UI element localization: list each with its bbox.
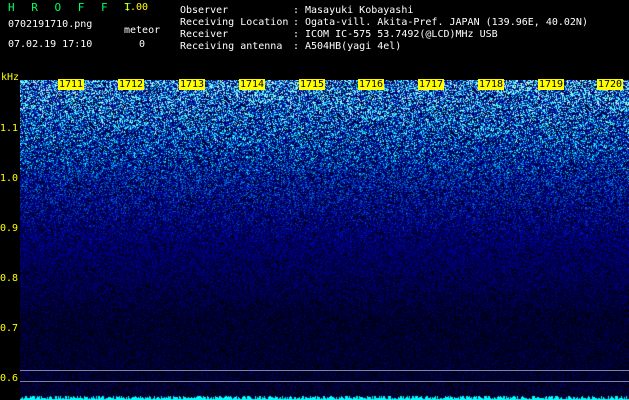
freq-tick-label: 0.6 — [0, 373, 19, 384]
freq-tick-label: 1.1 — [0, 123, 19, 134]
time-label: 1712 — [118, 79, 145, 90]
app-title: H R O F F T — [8, 1, 136, 14]
time-label: 1714 — [239, 79, 266, 90]
time-label: 1720 — [597, 79, 624, 90]
capture-datetime: 07.02.19 17:10 — [8, 39, 93, 50]
freq-tick-label: 1.0 — [0, 173, 19, 184]
spectrogram-canvas — [20, 80, 629, 400]
observer-value: Masayuki Kobayashi — [305, 5, 414, 16]
spectrogram-display — [20, 80, 629, 400]
observer-label: Observer — [180, 5, 229, 16]
location-label: Receiving Location — [180, 17, 289, 28]
receiver-label: Receiver — [180, 29, 229, 40]
freq-tick-label: 0.9 — [0, 223, 19, 234]
time-label: 1715 — [299, 79, 326, 90]
receiver-value: ICOM IC-575 53.7492(@LCD)MHz USB — [305, 29, 498, 40]
time-label: 1716 — [358, 79, 385, 90]
time-label: 1717 — [418, 79, 445, 90]
reference-line — [20, 370, 629, 371]
info-separator: : — [293, 17, 300, 28]
antenna-label: Receiving antenna — [180, 41, 283, 52]
freq-tick-label: 0.8 — [0, 273, 19, 284]
location-value: Ogata-vill. Akita-Pref. JAPAN (139.96E, … — [305, 17, 588, 28]
time-label: 1719 — [538, 79, 565, 90]
file-name: 0702191710.png — [8, 19, 93, 30]
time-label: 1711 — [58, 79, 85, 90]
info-separator: : — [293, 5, 300, 16]
antenna-value: A504HB(yagi 4el) — [305, 41, 402, 52]
time-label: 1718 — [478, 79, 505, 90]
meteor-label: meteor — [124, 25, 161, 36]
app-version: 1.00 — [124, 2, 149, 13]
reference-line — [20, 381, 629, 382]
time-label: 1713 — [179, 79, 206, 90]
meteor-count: 0 — [139, 39, 146, 50]
freq-tick-label: 0.7 — [0, 323, 19, 334]
frequency-unit-label: kHz — [1, 72, 20, 83]
info-separator: : — [293, 29, 300, 40]
info-separator: : — [293, 41, 300, 52]
